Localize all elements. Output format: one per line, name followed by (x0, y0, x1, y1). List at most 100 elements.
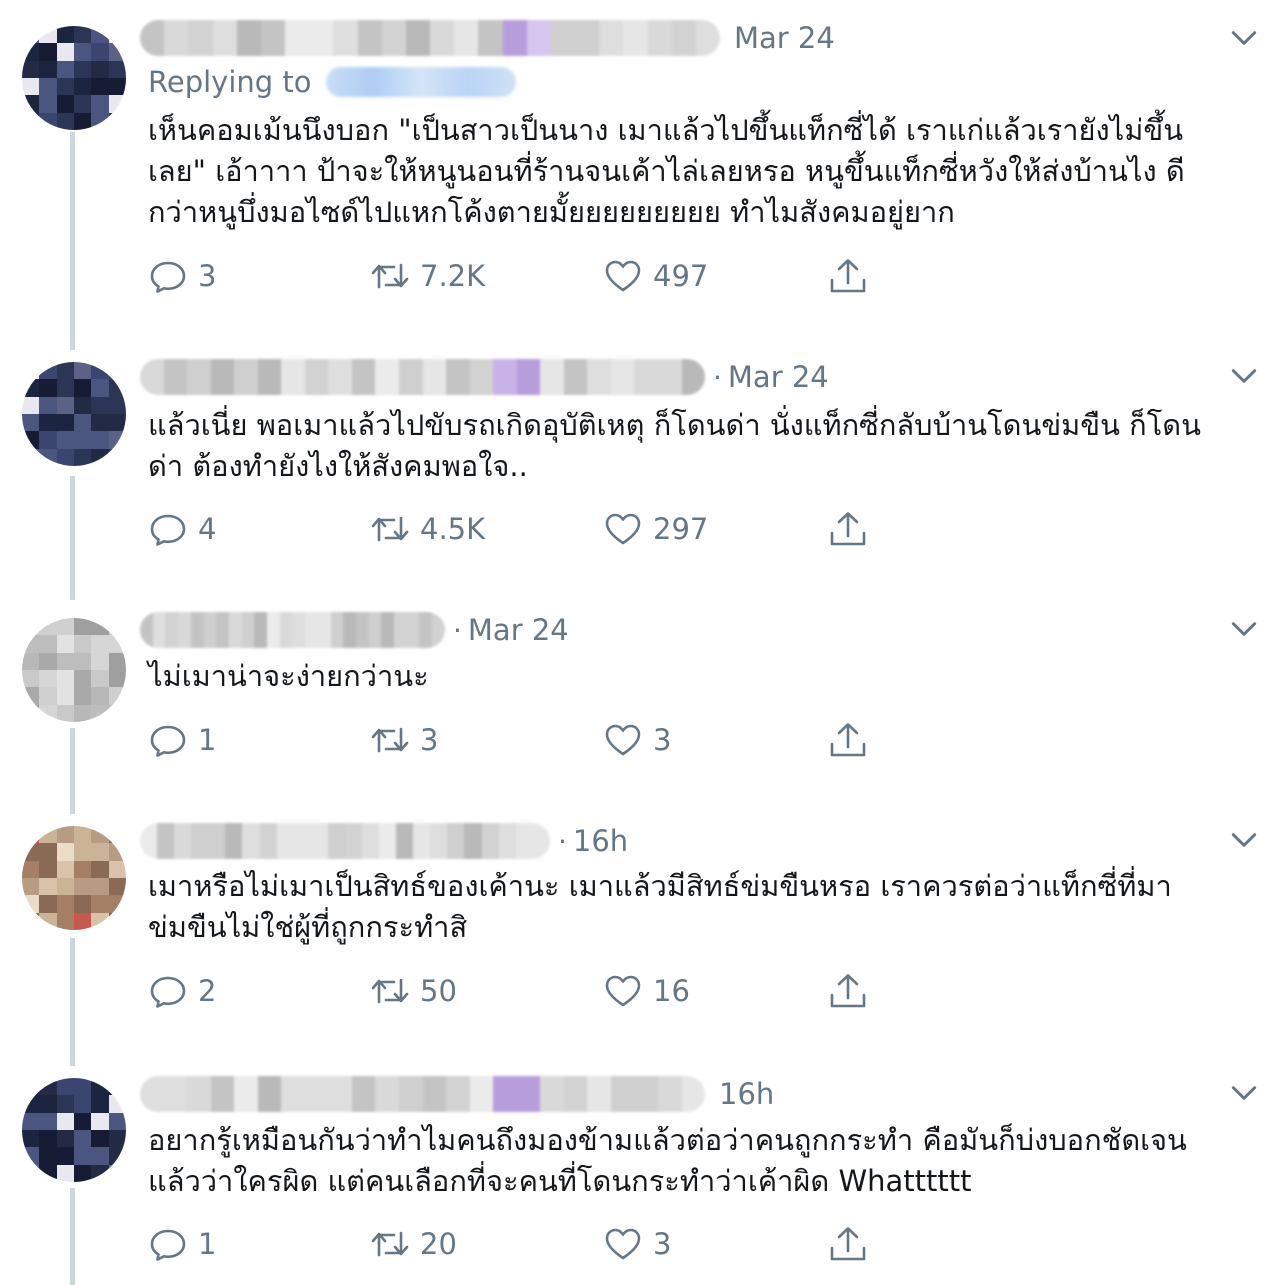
replying-to: Replying to (148, 65, 516, 99)
tweet-date[interactable]: 16h (573, 824, 628, 858)
reply-button[interactable]: 1 (148, 1224, 216, 1264)
share-button[interactable] (828, 971, 868, 1011)
reply-icon (150, 261, 186, 293)
reply-icon (150, 725, 186, 757)
tweet-text-line: เห็นคอมเม้นนึงบอก "เป็นสาวเป็นนาง เมาแล้… (148, 113, 1184, 147)
retweet-count: 7.2K (420, 259, 486, 293)
share-icon (830, 974, 866, 1008)
reply-icon (150, 976, 186, 1008)
tweet-text: อยากรู้เหมือนกันว่าทำไมคนถึงมองข้ามแล้วต… (148, 1120, 1258, 1202)
tweet-actions: 1 20 3 (148, 1224, 888, 1264)
reply-button[interactable]: 4 (148, 509, 216, 549)
tweet-text-line: แล้วว่าใครผิด แต่คนเลือกที่จะคนที่โดนกระ… (148, 1164, 972, 1198)
share-icon (830, 723, 866, 757)
like-button[interactable]: 3 (603, 1224, 671, 1264)
tweet-text: เมาหรือไม่เมาเป็นสิทธ์ของเค้านะ เมาแล้วม… (148, 866, 1258, 948)
tweet-actions: 1 3 3 (148, 720, 888, 760)
display-name-redacted[interactable] (140, 823, 550, 859)
share-button[interactable] (828, 1224, 868, 1264)
reply-icon (150, 1229, 186, 1261)
share-icon (830, 1227, 866, 1261)
like-icon (605, 724, 641, 756)
tweet-text-line: กว่าหนูบึ่งมอไซด์ไปแหกโค้งตายมั้ยยยยยยยย… (148, 195, 955, 229)
display-name-redacted[interactable] (140, 20, 720, 56)
retweet-icon (371, 978, 409, 1004)
retweet-button[interactable]: 20 (370, 1224, 457, 1264)
date-separator: · (558, 824, 567, 858)
display-name-redacted[interactable] (140, 612, 445, 648)
tweet-actions: 3 7.2K 497 (148, 256, 888, 296)
retweet-icon (371, 1231, 409, 1257)
tweet-date[interactable]: Mar 24 (728, 360, 829, 394)
tweet-text-line: ข่มขืนไม่ใช่ผู้ที่ถูกกระทำสิ (148, 910, 468, 944)
like-icon (605, 975, 641, 1007)
retweet-count: 50 (420, 974, 457, 1008)
thread-line (70, 476, 75, 600)
tweet-text-line: แล้วเนี่ย พอเมาแล้วไปขับรถเกิดอุบัติเหตุ… (148, 408, 1201, 442)
like-button[interactable]: 297 (603, 509, 708, 549)
retweet-button[interactable]: 7.2K (370, 256, 485, 296)
replying-label: Replying to (148, 65, 312, 99)
retweet-icon (371, 263, 409, 289)
avatar[interactable] (22, 618, 126, 722)
like-count: 16 (653, 974, 690, 1008)
reply-count: 3 (198, 259, 217, 293)
thread-line (70, 728, 75, 814)
retweet-button[interactable]: 3 (370, 720, 438, 760)
tweet-text-line: เลย" เอ้าาาา ป้าจะให้หนูนอนที่ร้านจนเค้า… (148, 154, 1185, 188)
like-count: 497 (653, 259, 709, 293)
reply-thread: Mar 24 Replying to เห็นคอมเม้นนึงบอก "เป… (0, 0, 1280, 1285)
chevron-down-icon[interactable] (1228, 22, 1260, 54)
tweet-actions: 4 4.5K 297 (148, 509, 888, 549)
chevron-down-icon[interactable] (1228, 360, 1260, 392)
like-button[interactable]: 3 (603, 720, 671, 760)
share-icon (830, 259, 866, 293)
chevron-down-icon[interactable] (1228, 824, 1260, 856)
retweet-button[interactable]: 50 (370, 971, 457, 1011)
retweet-count: 3 (420, 723, 439, 757)
tweet-date[interactable]: Mar 24 (734, 21, 835, 55)
reply-count: 4 (198, 512, 217, 546)
avatar[interactable] (22, 826, 126, 930)
thread-line (70, 938, 75, 1066)
retweet-button[interactable]: 4.5K (370, 509, 485, 549)
tweet-text-line: อยากรู้เหมือนกันว่าทำไมคนถึงมองข้ามแล้วต… (148, 1123, 1187, 1157)
like-button[interactable]: 16 (603, 971, 690, 1011)
chevron-down-icon[interactable] (1228, 613, 1260, 645)
tweet-date[interactable]: 16h (719, 1077, 774, 1111)
chevron-down-icon[interactable] (1228, 1077, 1260, 1109)
like-button[interactable]: 497 (603, 256, 708, 296)
date-separator: · (713, 360, 722, 394)
retweet-count: 4.5K (420, 512, 486, 546)
display-name-redacted[interactable] (140, 1076, 705, 1112)
reply-button[interactable]: 3 (148, 256, 216, 296)
avatar[interactable] (22, 1078, 126, 1182)
reply-count: 1 (198, 723, 217, 757)
share-icon (830, 512, 866, 546)
tweet-text: เห็นคอมเม้นนึงบอก "เป็นสาวเป็นนาง เมาแล้… (148, 110, 1258, 233)
share-button[interactable] (828, 720, 868, 760)
tweet-date[interactable]: Mar 24 (468, 613, 569, 647)
tweet-text-line: ไม่เมาน่าจะง่ายกว่านะ (148, 659, 429, 693)
share-button[interactable] (828, 256, 868, 296)
share-button[interactable] (828, 509, 868, 549)
reply-count: 2 (198, 974, 217, 1008)
tweet-text-line: เมาหรือไม่เมาเป็นสิทธ์ของเค้านะ เมาแล้วม… (148, 869, 1172, 903)
tweet-text-line: ด่า ต้องทำยังไงให้สังคมพอใจ.. (148, 449, 528, 483)
avatar[interactable] (22, 362, 126, 466)
like-icon (605, 1228, 641, 1260)
mention-redacted[interactable] (325, 67, 516, 97)
avatar[interactable] (22, 26, 126, 130)
thread-line (70, 1188, 75, 1285)
reply-count: 1 (198, 1227, 217, 1261)
display-name-redacted[interactable] (140, 359, 705, 395)
reply-button[interactable]: 2 (148, 971, 216, 1011)
reply-icon (150, 514, 186, 546)
tweet-actions: 2 50 16 (148, 971, 888, 1011)
date-separator: · (453, 613, 462, 647)
retweet-count: 20 (420, 1227, 457, 1261)
reply-button[interactable]: 1 (148, 720, 216, 760)
like-icon (605, 513, 641, 545)
thread-line (70, 132, 75, 350)
like-count: 297 (653, 512, 709, 546)
